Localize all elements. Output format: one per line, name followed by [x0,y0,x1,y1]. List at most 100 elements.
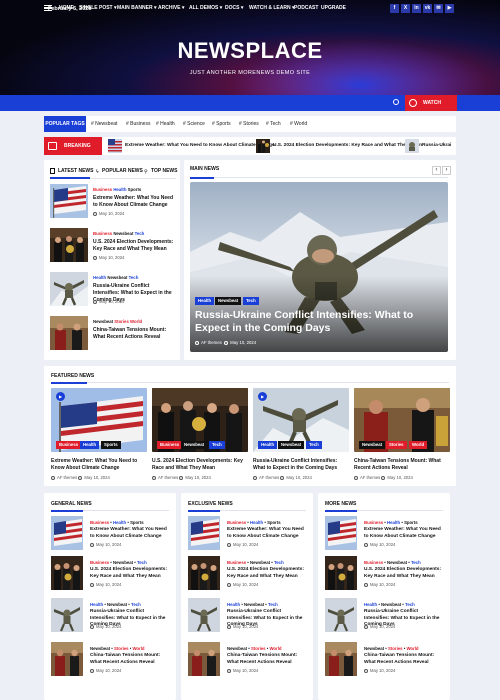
category-link[interactable]: Health [364,602,377,607]
category-link[interactable]: Newsbeat [244,602,264,607]
category-link[interactable]: Business [227,560,246,565]
post-thumbnail[interactable] [51,556,83,590]
play-icon[interactable]: ▶ [258,392,267,401]
post-title[interactable]: Extreme Weather: What You Need to Know A… [93,195,175,209]
tag-sports[interactable]: # Sports [212,116,231,132]
category-link[interactable]: Newsbeat [113,560,133,565]
category-link[interactable]: Sports [404,520,418,525]
nav-docs[interactable]: DOCS ▾ [225,0,243,16]
category-link[interactable]: Tech [411,560,421,565]
play-icon[interactable]: ▶ [56,392,65,401]
tag-health[interactable]: # Health [156,116,175,132]
category-badge[interactable]: Newsbeat [215,297,242,305]
post-title[interactable]: Extreme Weather: What You Need to Know A… [90,527,170,540]
category-badge[interactable]: Business [157,441,183,449]
featured-title[interactable]: U.S. 2024 Election Developments: Key Rac… [152,458,248,472]
category-badge[interactable]: Tech [243,297,259,305]
breaking-thumb[interactable] [256,139,270,153]
category-link[interactable]: Sports [267,520,281,525]
category-badge[interactable]: World [409,441,428,449]
category-link[interactable]: Tech [129,275,139,280]
post-thumbnail[interactable] [50,228,88,262]
tab-popular-news[interactable]: POPULAR NEWS [102,166,143,176]
featured-title[interactable]: Extreme Weather: What You Need to Know A… [51,458,147,472]
youtube-icon[interactable]: ▶ [445,4,454,13]
category-link[interactable]: Business [93,231,112,236]
facebook-icon[interactable]: f [390,4,399,13]
category-link[interactable]: Health [227,602,240,607]
post-thumbnail[interactable] [50,184,88,218]
linkedin-icon[interactable]: in [412,4,421,13]
post-title[interactable]: U.S. 2024 Election Developments: Key Rac… [364,567,444,580]
tag-tech[interactable]: # Tech [266,116,281,132]
category-link[interactable]: Newsbeat [364,646,384,651]
category-link[interactable]: Newsbeat [90,646,110,651]
tag-business[interactable]: # Business [126,116,150,132]
nav-home[interactable]: HOME [59,0,74,16]
post-title[interactable]: U.S. 2024 Election Developments: Key Rac… [90,567,170,580]
tag-newsbeat[interactable]: # Newsbeat [91,116,117,132]
category-link[interactable]: Stories [251,646,266,651]
category-link[interactable]: Business [227,520,246,525]
category-link[interactable]: Newsbeat [107,275,127,280]
post-title[interactable]: U.S. 2024 Election Developments: Key Rac… [227,567,307,580]
category-badge[interactable]: Newsbeat [181,441,208,449]
category-link[interactable]: Sports [128,187,142,192]
category-badge[interactable]: Newsbeat [359,441,386,449]
mail-icon[interactable]: ✉ [434,4,443,13]
category-link[interactable]: World [269,646,281,651]
main-news-title[interactable]: Russia-Ukraine Conflict Intensifies: Wha… [195,309,445,335]
tag-science[interactable]: # Science [183,116,205,132]
vk-icon[interactable]: vk [423,4,432,13]
category-badge[interactable]: Business [56,441,82,449]
category-link[interactable]: Sports [130,520,144,525]
category-link[interactable]: Newsbeat [250,560,270,565]
breaking-thumb[interactable] [405,139,419,153]
post-thumbnail[interactable] [325,556,357,590]
category-badge[interactable]: Health [195,297,215,305]
post-title[interactable]: Extreme Weather: What You Need to Know A… [364,527,444,540]
category-link[interactable]: Business [93,187,112,192]
menu-icon[interactable] [44,5,52,11]
post-thumbnail[interactable] [325,598,357,632]
category-badge[interactable]: Health [80,441,100,449]
post-thumbnail[interactable] [325,642,357,676]
category-link[interactable]: Health [113,187,126,192]
category-link[interactable]: Tech [274,560,284,565]
post-thumbnail[interactable] [51,642,83,676]
featured-title[interactable]: China-Taiwan Tensions Mount: What Recent… [354,458,450,472]
category-link[interactable]: World [406,646,418,651]
tag-world[interactable]: # World [290,116,307,132]
category-link[interactable]: Newsbeat [93,319,113,324]
x-icon[interactable]: X [401,4,410,13]
post-thumbnail[interactable] [325,516,357,550]
nav-podcast[interactable]: PODCAST [294,0,318,16]
category-link[interactable]: Stories [114,319,129,324]
site-title[interactable]: NEWSPLACE [0,38,500,64]
category-badge[interactable]: Newsbeat [278,441,305,449]
nav-upgrade[interactable]: UPGRADE [321,0,346,16]
category-link[interactable]: Health [93,275,106,280]
category-link[interactable]: Newsbeat [227,646,247,651]
nav-watch-learn[interactable]: WATCH & LEARN ▾ [249,0,294,16]
nav-archive[interactable]: ARCHIVE ▾ [158,0,184,16]
category-link[interactable]: Newsbeat [113,231,133,236]
category-badge[interactable]: Health [258,441,278,449]
category-link[interactable]: Business [364,560,383,565]
category-link[interactable]: Health [113,520,126,525]
category-link[interactable]: Newsbeat [381,602,401,607]
post-thumbnail[interactable] [50,316,88,350]
category-link[interactable]: Stories [114,646,129,651]
category-link[interactable]: Tech [135,231,145,236]
tag-stories[interactable]: # Stories [239,116,259,132]
post-thumbnail[interactable] [188,598,220,632]
breaking-item[interactable]: Extreme Weather: What You Need to Know A… [125,137,275,155]
post-title[interactable]: China-Taiwan Tensions Mount: What Recent… [364,653,444,666]
post-title[interactable]: China-Taiwan Tensions Mount: What Recent… [93,327,175,341]
category-link[interactable]: Business [90,520,109,525]
category-link[interactable]: Health [387,520,400,525]
post-thumbnail[interactable] [188,516,220,550]
nav-main-banner[interactable]: MAIN BANNER ▾ [117,0,156,16]
category-badge[interactable]: Sports [101,441,121,449]
tab-top-news[interactable]: TOP NEWS [151,166,178,176]
